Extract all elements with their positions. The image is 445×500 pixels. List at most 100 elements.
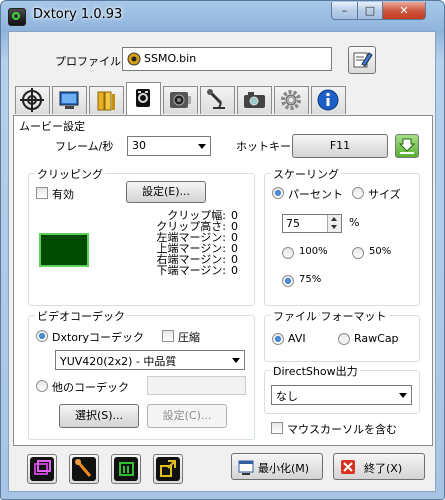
file-format-group-title: ファイル フォーマット: [271, 308, 389, 324]
clipping-enable-label: 有効: [52, 188, 74, 201]
codec-select-button[interactable]: 選択(S)...: [59, 404, 139, 428]
clipping-enable-checkbox[interactable]: [36, 187, 48, 199]
edit-profile-button[interactable]: [348, 46, 376, 74]
folder-icon: [97, 91, 115, 111]
tab-overlay[interactable]: [15, 86, 50, 114]
export-icon: [156, 457, 180, 481]
scaling-percent-radio[interactable]: [272, 187, 284, 199]
scaling-percent-spinbox[interactable]: 75: [282, 214, 342, 233]
hotkey-label: ホットキー: [236, 140, 291, 153]
dxtory-codec-radio[interactable]: [36, 330, 48, 342]
bottom-button-window[interactable]: [27, 454, 57, 484]
directshow-group: DirectShow出力 なし: [264, 363, 420, 414]
clipping-values: 0 0 0 0 0 0: [231, 210, 243, 276]
scaling-unit: %: [349, 216, 360, 229]
scaling-50-label: 50%: [369, 246, 392, 257]
tab-movie[interactable]: [126, 82, 161, 115]
title-bar[interactable]: Dxtory 1.0.93 – □ ✕: [1, 1, 444, 31]
tab-strip: [13, 82, 433, 116]
minimize-tray-label: 最小化(M): [258, 462, 310, 475]
compress-checkbox[interactable]: [162, 330, 174, 342]
bottom-button-tools[interactable]: [69, 454, 99, 484]
info-icon: [317, 89, 339, 111]
format-avi-label: AVI: [288, 332, 306, 345]
client-area: プロファイル SSMO.bin ムービー設定 フレーム/秒 30 ホットキー F…: [8, 31, 436, 492]
scaling-percent-label: パーセント: [288, 188, 343, 201]
other-codec-label: 他のコーデック: [52, 381, 129, 394]
monitor-icon: [59, 91, 79, 109]
tab-microphone[interactable]: [200, 86, 235, 114]
edit-icon: [353, 52, 373, 68]
movie-section-title: ムービー設定: [19, 120, 85, 133]
camera-icon: [244, 92, 265, 108]
tab-info[interactable]: [311, 86, 346, 114]
fps-value: 30: [132, 139, 146, 152]
format-rawcap-radio[interactable]: [338, 333, 350, 345]
video-codec-group-title: ビデオコーデック: [35, 308, 127, 324]
clip-bottom-margin-label: 下端マージン:: [156, 264, 227, 277]
dxtory-codec-label: Dxtoryコーデック: [52, 331, 145, 344]
microphone-icon: [207, 89, 225, 109]
profile-label: プロファイル: [55, 55, 121, 68]
scaling-size-radio[interactable]: [352, 187, 364, 199]
file-format-group: ファイル フォーマット AVI RawCap: [264, 308, 420, 362]
clipping-preview: [39, 233, 89, 267]
gear-icon: [281, 90, 301, 110]
crosshair-icon: [20, 88, 44, 112]
codec-settings-button[interactable]: 設定(C)...: [147, 404, 227, 428]
bottom-button-export[interactable]: [153, 454, 183, 484]
fps-select[interactable]: 30: [127, 136, 211, 156]
directshow-select[interactable]: なし: [271, 385, 412, 405]
scaling-75-label: 75%: [299, 274, 322, 285]
exit-button[interactable]: 終了(X): [333, 453, 425, 480]
spin-down-icon[interactable]: [331, 225, 337, 229]
mouse-cursor-label: マウスカーソルを含む: [287, 423, 397, 436]
tab-camera[interactable]: [237, 86, 272, 114]
tab-video-device[interactable]: [52, 86, 87, 114]
hotkey-button[interactable]: F11: [292, 134, 388, 158]
codec-format-value: YUV420(2x2) - 中品質: [60, 355, 177, 368]
scaling-50-radio[interactable]: [352, 247, 364, 259]
clipping-group: クリッピング 有効 設定(E)... クリップ幅: クリップ高さ: 左端マージン…: [28, 166, 255, 306]
scaling-size-label: サイズ: [368, 188, 401, 201]
scaling-75-radio[interactable]: [282, 275, 294, 287]
other-codec-select[interactable]: [147, 376, 246, 395]
window-capture-icon: [30, 457, 54, 481]
other-codec-radio[interactable]: [36, 380, 48, 392]
hotkey-record-button[interactable]: [395, 134, 419, 158]
minimize-window-icon: [238, 460, 254, 475]
bottom-button-folder[interactable]: [111, 454, 141, 484]
movie-settings-panel: ムービー設定 フレーム/秒 30 ホットキー F11 クリッピング 有効 設定(…: [13, 115, 433, 446]
mouse-cursor-checkbox[interactable]: [271, 422, 283, 434]
app-window: Dxtory 1.0.93 – □ ✕ プロファイル SSMO.bin ムービー…: [0, 0, 445, 500]
fps-label: フレーム/秒: [55, 140, 114, 153]
compress-label: 圧縮: [178, 331, 200, 344]
codec-format-select[interactable]: YUV420(2x2) - 中品質: [55, 350, 245, 370]
dxtory-app-icon: [8, 8, 26, 26]
clipping-settings-button[interactable]: 設定(E)...: [126, 181, 206, 203]
spin-up-icon[interactable]: [331, 217, 337, 221]
exit-label: 終了(X): [364, 462, 403, 475]
close-button[interactable]: ✕: [382, 2, 426, 20]
download-arrow-icon: [398, 138, 416, 154]
chevron-down-icon: [198, 144, 206, 149]
minimize-tray-button[interactable]: 最小化(M): [231, 453, 323, 480]
profile-select[interactable]: SSMO.bin: [122, 47, 332, 71]
video-codec-group: ビデオコーデック Dxtoryコーデック 圧縮 YUV420(2x2) - 中品…: [28, 308, 255, 440]
spin-buttons[interactable]: [327, 215, 341, 232]
maximize-button[interactable]: □: [357, 2, 383, 20]
chevron-down-icon: [232, 358, 240, 363]
scaling-100-radio[interactable]: [282, 247, 294, 259]
tools-icon: [72, 457, 96, 481]
format-rawcap-label: RawCap: [354, 332, 399, 345]
movie-icon: [136, 89, 150, 107]
clipping-group-title: クリッピング: [35, 166, 105, 182]
format-avi-radio[interactable]: [272, 333, 284, 345]
scaling-percent-value: 75: [286, 217, 300, 230]
minimize-button[interactable]: –: [331, 2, 358, 20]
clipping-fields: クリップ幅: クリップ高さ: 左端マージン: 上端マージン: 右端マージン: 下…: [96, 210, 226, 276]
tab-folder[interactable]: [89, 86, 124, 114]
scaling-group-title: スケーリング: [271, 166, 341, 182]
tab-settings[interactable]: [274, 86, 309, 114]
tab-audio[interactable]: [163, 86, 198, 114]
